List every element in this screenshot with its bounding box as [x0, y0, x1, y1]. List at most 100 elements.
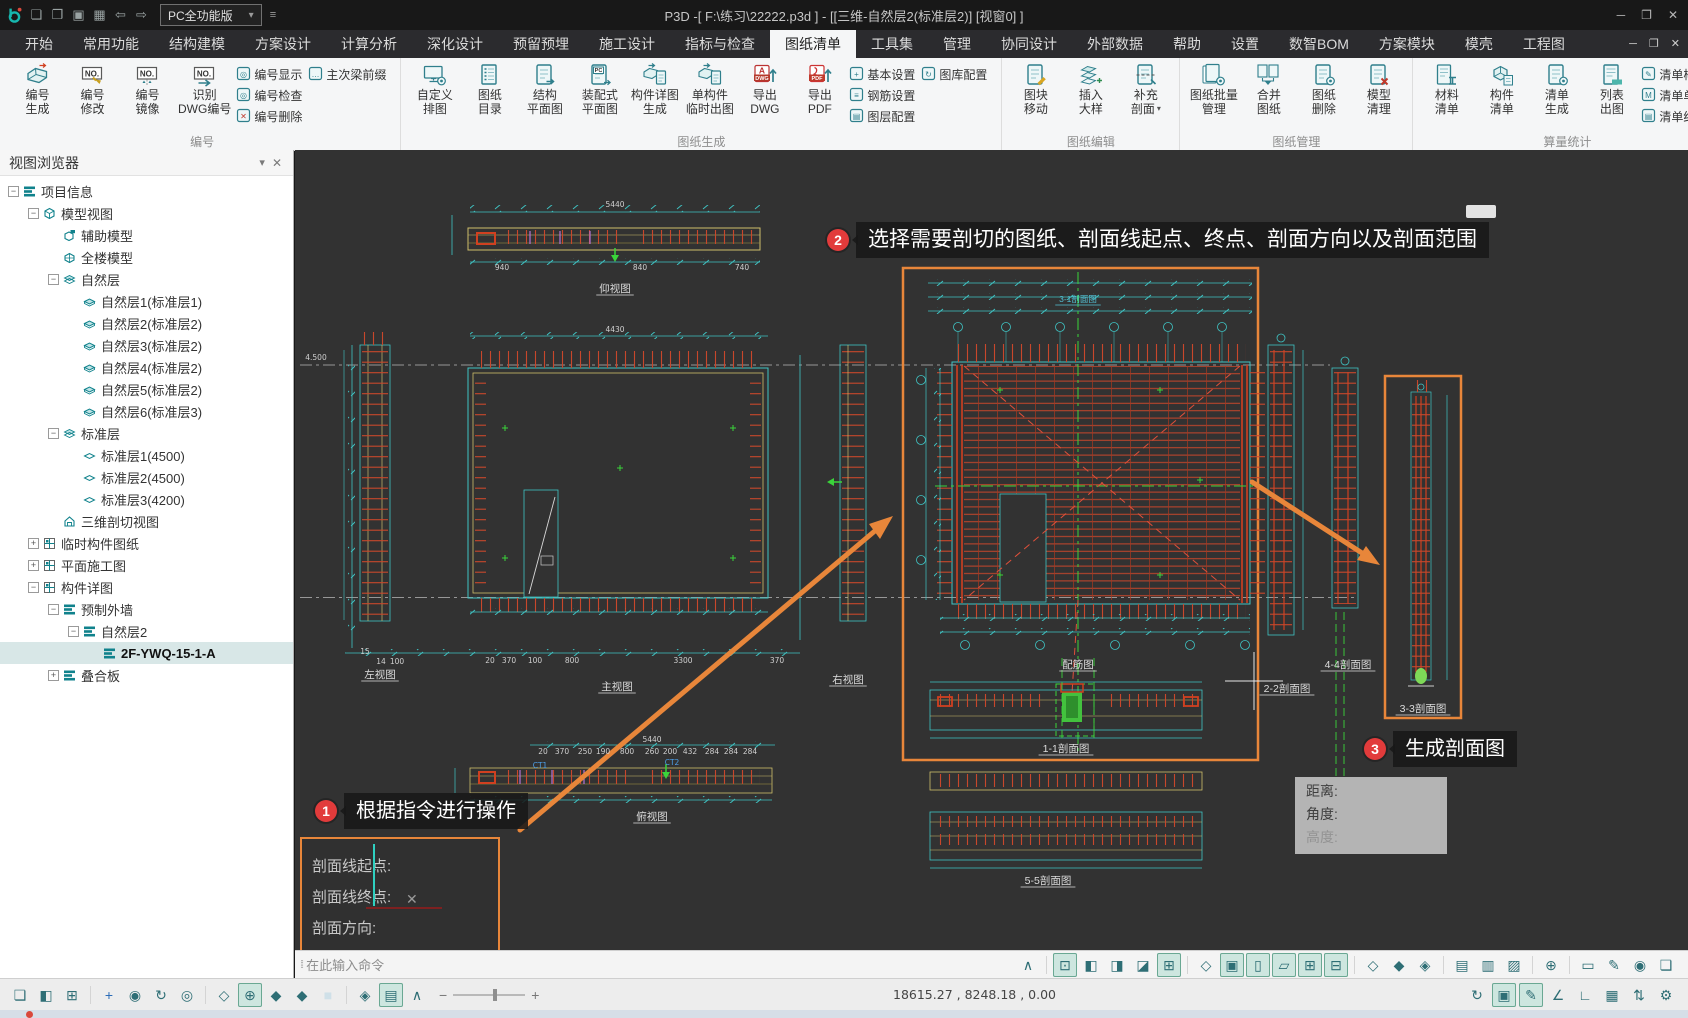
ribbon-button-自定义排图[interactable]: 自定义 排图	[407, 61, 462, 117]
tab-深化设计[interactable]: 深化设计	[412, 30, 498, 58]
tree-expander-icon[interactable]: −	[28, 581, 39, 593]
tree-expander-icon[interactable]: −	[28, 207, 39, 219]
tree-item-自然层[interactable]: − 自然层	[0, 268, 293, 290]
box-select-icon[interactable]: ⊞	[1157, 952, 1181, 977]
save-as-icon[interactable]: ▦	[89, 0, 110, 30]
new-viewport-icon[interactable]: ❏	[8, 983, 32, 1007]
tab-图纸清单[interactable]: 图纸清单	[770, 30, 856, 58]
tab-方案模块[interactable]: 方案模块	[1364, 30, 1450, 58]
ribbon-button-插入大样[interactable]: 插入 大样	[1063, 61, 1118, 117]
doc-close-button[interactable]: ✕	[1671, 30, 1680, 58]
tree-item-自然层2(标准层2)[interactable]: 自然层2(标准层2)	[0, 312, 293, 334]
zoom-window-icon[interactable]: ◎	[175, 983, 199, 1007]
material-paint-icon[interactable]: ◉	[1628, 953, 1652, 977]
tree-item-三维剖切视图[interactable]: 三维剖切视图	[0, 510, 293, 532]
display-solid-icon[interactable]: ■	[316, 983, 340, 1007]
ifc-doc-icon[interactable]: ▨	[1502, 953, 1526, 977]
ribbon-button-补充剖面[interactable]: 补充 剖面 ▾	[1118, 61, 1173, 117]
grab-view-icon[interactable]: ❏	[1654, 953, 1678, 977]
tab-施工设计[interactable]: 施工设计	[584, 30, 670, 58]
display-shaded-edges-icon[interactable]: ◆	[290, 983, 314, 1007]
undo-icon[interactable]: ⇦	[110, 0, 131, 30]
tab-数智BOM[interactable]: 数智BOM	[1274, 30, 1364, 58]
add-component-icon[interactable]: ⊡	[1053, 952, 1077, 977]
toolbar-grip[interactable]: ⁞⁞	[300, 959, 304, 971]
tab-模壳[interactable]: 模壳	[1450, 30, 1508, 58]
ribbon-small-清单单位[interactable]: M 清单单位	[1641, 85, 1688, 106]
tab-外部数据[interactable]: 外部数据	[1072, 30, 1158, 58]
add-viewport-icon[interactable]: ⊞	[60, 983, 84, 1007]
tree-item-自然层3(标准层2)[interactable]: 自然层3(标准层2)	[0, 334, 293, 356]
tab-工程图[interactable]: 工程图	[1508, 30, 1580, 58]
display-wireframe-icon[interactable]: ◇	[212, 983, 236, 1007]
ribbon-small-图库配置[interactable]: ↻ 图库配置	[921, 64, 993, 85]
ribbon-small-钢筋设置[interactable]: ≡ 钢筋设置	[849, 85, 921, 106]
tree-expander-icon[interactable]: +	[28, 559, 39, 571]
tab-协同设计[interactable]: 协同设计	[986, 30, 1072, 58]
section-clip-icon[interactable]: ◈	[353, 983, 377, 1007]
doc-restore-button[interactable]: ❐	[1649, 30, 1659, 58]
minimize-button[interactable]: ─	[1617, 0, 1626, 30]
tree-item-自然层5(标准层2)[interactable]: 自然层5(标准层2)	[0, 378, 293, 400]
view-cube-a-icon[interactable]: ◇	[1361, 953, 1385, 977]
regen-icon[interactable]: ↻	[1465, 983, 1489, 1007]
tab-管理[interactable]: 管理	[928, 30, 986, 58]
tree-item-项目信息[interactable]: − 项目信息	[0, 180, 293, 202]
save-icon[interactable]: ▣	[68, 0, 89, 30]
ribbon-small-图层配置[interactable]: ▤ 图层配置	[849, 106, 921, 127]
cad-viewport[interactable]: 仰视图 左视图 主视图 右视图 俯视图 配筋图 1-1剖面图 5-5剖面图 2-2剖面图 4-4剖…	[295, 150, 1688, 950]
tep-export-icon[interactable]: ▭	[1576, 953, 1600, 977]
tree-expander-icon[interactable]: −	[68, 625, 79, 637]
tab-开始[interactable]: 开始	[10, 30, 68, 58]
panel-collapse-icon[interactable]: ▾	[254, 156, 270, 169]
settings-icon[interactable]: ⚙	[1654, 983, 1678, 1007]
orbit-icon[interactable]: ↻	[149, 983, 173, 1007]
pan-icon[interactable]: ◉	[123, 983, 147, 1007]
ribbon-button-图纸目录[interactable]: 图纸 目录	[462, 61, 517, 117]
point-element-icon[interactable]: ◇	[1194, 953, 1218, 977]
tab-结构建模[interactable]: 结构建模	[154, 30, 240, 58]
polar-track-icon[interactable]: ∠	[1546, 983, 1570, 1007]
tab-预留预埋[interactable]: 预留预埋	[498, 30, 584, 58]
ribbon-button-导出PDF[interactable]: PDF 导出 PDF	[792, 61, 847, 117]
tab-设置[interactable]: 设置	[1216, 30, 1274, 58]
tab-计算分析[interactable]: 计算分析	[326, 30, 412, 58]
tree-expander-icon[interactable]: −	[48, 273, 59, 285]
view-cube-c-icon[interactable]: ◈	[1413, 953, 1437, 977]
tree-item-自然层2[interactable]: − 自然层2	[0, 620, 293, 642]
ribbon-small-编号检查[interactable]: ◎ 编号检查	[236, 85, 308, 106]
tree-item-自然层6(标准层3)[interactable]: 自然层6(标准层3)	[0, 400, 293, 422]
tree-item-标准层2(4500)[interactable]: 标准层2(4500)	[0, 466, 293, 488]
beam-element-icon[interactable]: ▣	[1220, 952, 1244, 977]
command-input[interactable]: 在此输入命令	[306, 955, 384, 974]
tree-item-自然层4(标准层2)[interactable]: 自然层4(标准层2)	[0, 356, 293, 378]
tab-帮助[interactable]: 帮助	[1158, 30, 1216, 58]
column-element-icon[interactable]: ▯	[1246, 952, 1270, 977]
pm-doc-icon[interactable]: ▥	[1476, 953, 1500, 977]
tree-expander-icon[interactable]: −	[48, 603, 59, 615]
zoom-in-button[interactable]: +	[531, 987, 539, 1003]
ribbon-button-图纸批量管理[interactable]: 图纸批量 管理	[1186, 61, 1241, 117]
tab-方案设计[interactable]: 方案设计	[240, 30, 326, 58]
ribbon-button-清单生成[interactable]: 清单 生成	[1529, 61, 1584, 117]
display-filter-icon[interactable]: ▤	[379, 982, 403, 1007]
quick-access-menu-icon[interactable]: ≡	[270, 9, 276, 21]
ribbon-small-编号删除[interactable]: ✕ 编号删除	[236, 106, 308, 127]
tree-item-辅助模型[interactable]: 辅助模型	[0, 224, 293, 246]
redo-icon[interactable]: ⇨	[131, 0, 152, 30]
tree-item-标准层[interactable]: − 标准层	[0, 422, 293, 444]
zoom-extents-icon[interactable]: +	[97, 983, 121, 1007]
ribbon-button-编号生成[interactable]: 编号 生成	[10, 61, 65, 117]
ribbon-small-基本设置[interactable]: + 基本设置	[849, 64, 921, 85]
ribbon-small-清单样式[interactable]: ✎ 清单样式	[1641, 64, 1688, 85]
tree-item-标准层1(4500)[interactable]: 标准层1(4500)	[0, 444, 293, 466]
tree-item-构件详图[interactable]: − 构件详图	[0, 576, 293, 598]
ribbon-button-构件详图生成[interactable]: 构件详图 生成	[627, 61, 682, 117]
new-file-icon[interactable]: ❏	[26, 0, 47, 30]
zoom-track[interactable]	[453, 988, 526, 1001]
ribbon-button-合并图纸[interactable]: 合并 图纸	[1241, 61, 1296, 117]
collapse-toolbar-icon[interactable]: ∧	[1016, 953, 1040, 977]
tree-expander-icon[interactable]: +	[48, 669, 59, 681]
slab-element-icon[interactable]: ▱	[1272, 952, 1296, 977]
component-middle-icon[interactable]: ◨	[1105, 953, 1129, 977]
